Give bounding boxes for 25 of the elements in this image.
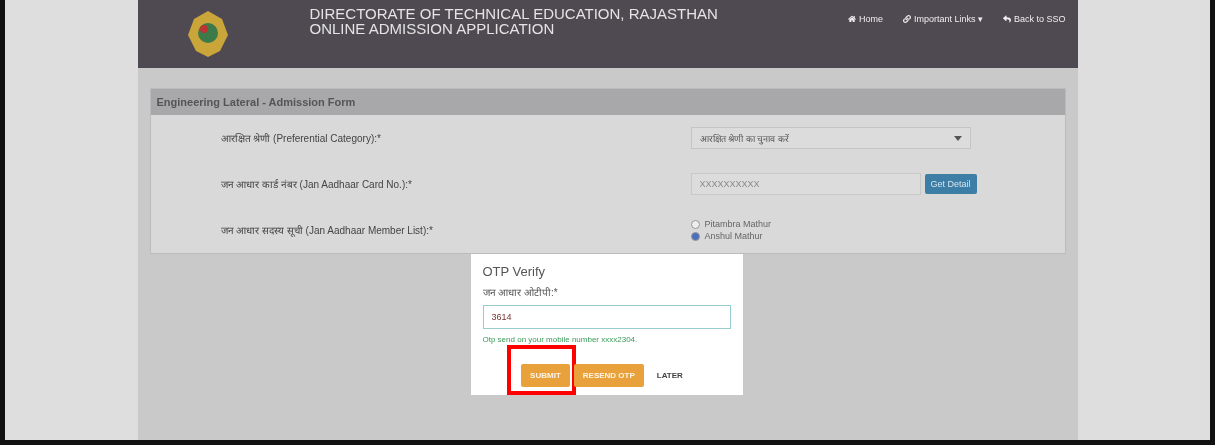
radio-label: Pitambra Mathur [704,219,772,229]
caret-icon [953,135,962,141]
field-label: जन आधार ओटीपी:* [482,286,559,299]
nav-link[interactable]: Back to SSO [1002,14,1066,24]
site-title: DIRECTORATE OF TECHNICAL EDUCATION, RAJASTHAN [309,6,719,21]
home-icon [847,15,856,23]
otp-message: Otp send on your mobile number xxxx2304. [482,335,639,344]
dialog-title: OTP Verify [482,264,547,279]
otp-input[interactable]: 3614 [482,305,731,329]
emblem-icon [185,9,230,59]
nav-link[interactable]: Home [847,14,883,24]
field-label: जन आधार सदस्य सूची (Jan Aadhaar Member List):* [219,224,434,237]
radio-label: Anshul Mathur [704,231,763,241]
panel-heading: Engineering Lateral - Admission Form [150,89,1065,115]
nav-link[interactable]: Important Links ▾ [902,14,983,24]
get-detail-button[interactable]: Get Detail [924,174,977,194]
reply-icon [1002,15,1011,23]
radio-button[interactable] [690,219,700,229]
input-field[interactable]: XXXXXXXXXX [690,173,921,195]
site-title: ONLINE ADMISSION APPLICATION [309,21,555,36]
field-label: आरक्षित श्रेणी (Preferential Category):* [219,132,382,145]
field-label: जन आधार कार्ड नंबर (Jan Aadhaar Card No.):* [219,178,413,191]
radio-button[interactable] [690,231,700,241]
category-select[interactable]: आरक्षित श्रेणी का चुनाव करें [690,127,971,149]
link-icon [902,15,911,23]
